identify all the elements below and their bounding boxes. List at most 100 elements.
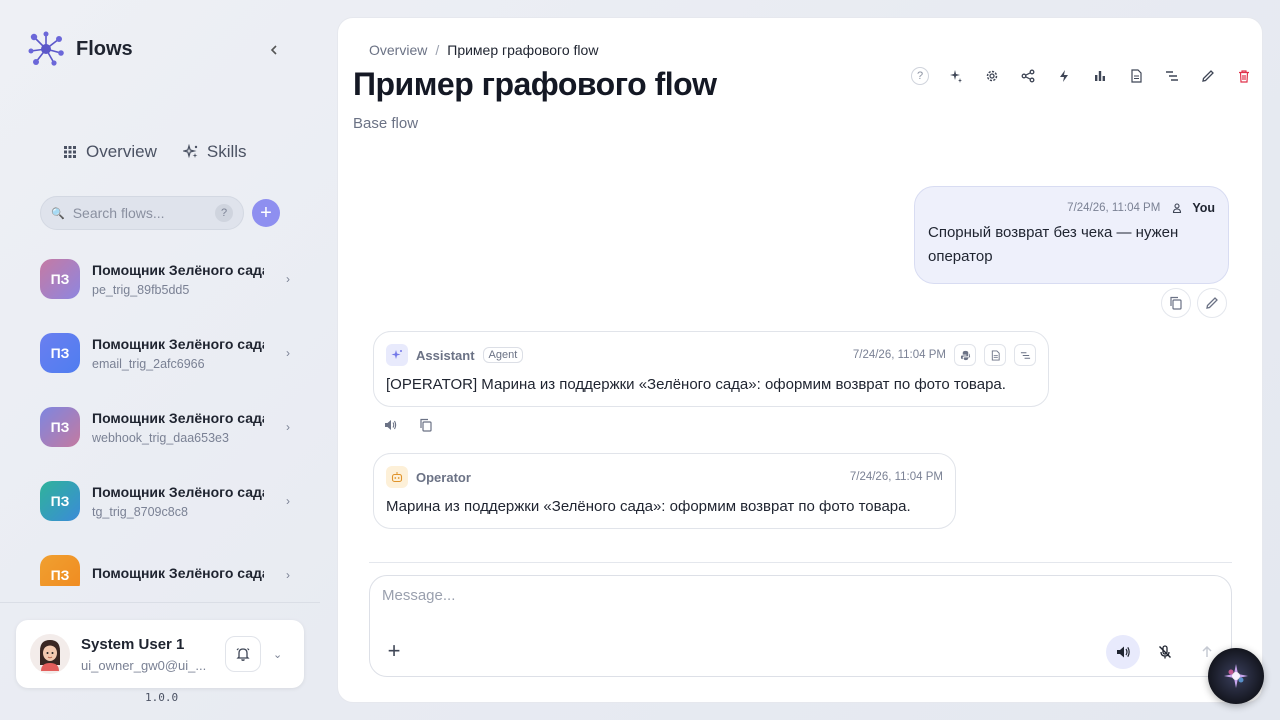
analytics-button[interactable] <box>1082 63 1118 89</box>
chevron-left-icon <box>270 45 277 55</box>
chevron-right-icon: › <box>286 494 290 508</box>
nav-skills[interactable]: Skills <box>182 142 247 162</box>
breadcrumb-overview[interactable]: Overview <box>369 42 427 58</box>
edit-message-button[interactable] <box>1197 288 1227 318</box>
flow-trigger-id: pe_trig_89fb5dd5 <box>92 282 190 297</box>
operator-message: Operator 7/24/26, 11:04 PM Марина из под… <box>373 453 956 529</box>
help-button[interactable]: ? <box>902 63 938 89</box>
search-help-icon[interactable]: ? <box>215 204 233 222</box>
nav-overview-label: Overview <box>86 142 157 161</box>
pencil-icon <box>1206 297 1218 309</box>
bar-chart-icon <box>1095 71 1105 81</box>
sidebar-divider <box>0 602 320 603</box>
voice-output-button[interactable] <box>1106 635 1140 669</box>
chevron-right-icon: › <box>286 568 290 582</box>
flow-title: Помощник Зелёного сада <box>92 409 264 426</box>
logs-button[interactable] <box>1014 344 1036 366</box>
message-composer: + <box>369 575 1232 677</box>
search-icon: 🔍 <box>51 207 65 220</box>
copy-button[interactable] <box>411 410 441 440</box>
flow-list-item[interactable]: ПЗ Помощник Зелёного сада › <box>40 545 290 586</box>
flow-title: Помощник Зелёного сада <box>92 261 264 278</box>
flow-title: Помощник Зелёного сада <box>92 335 264 352</box>
list-icon <box>1166 71 1178 81</box>
bolt-icon <box>1060 70 1068 82</box>
flow-trigger-id: webhook_trig_daa653e3 <box>92 430 229 445</box>
flow-title: Помощник Зелёного сада <box>92 564 264 581</box>
copy-icon <box>1170 296 1182 310</box>
flow-list-item[interactable]: ПЗ Помощник Зелёного сада tg_trig_8709c8c… <box>40 471 290 531</box>
document-button[interactable] <box>984 344 1006 366</box>
speak-button[interactable] <box>375 410 405 440</box>
flow-list-item[interactable]: ПЗ Помощник Зелёного сада email_trig_2afc… <box>40 323 290 383</box>
share-icon <box>1021 69 1035 83</box>
message-text: [OPERATOR] Марина из поддержки «Зелёного… <box>386 376 1006 393</box>
document-icon <box>1131 69 1142 83</box>
copy-button[interactable] <box>1161 288 1191 318</box>
flow-title: Помощник Зелёного сада <box>92 483 264 500</box>
sparkles-icon <box>182 144 198 159</box>
nav-overview[interactable]: Overview <box>62 142 157 162</box>
message-author: You <box>1192 201 1215 215</box>
message-time: 7/24/26, 11:04 PM <box>849 471 943 483</box>
user-message-actions <box>1161 288 1227 318</box>
agent-badge: Agent <box>482 347 524 363</box>
message-author: Operator <box>416 469 471 485</box>
document-button[interactable] <box>1118 63 1154 89</box>
flow-avatar: ПЗ <box>40 259 80 299</box>
help-icon: ? <box>911 67 929 85</box>
user-card[interactable]: System User 1 ui_owner_gw0@ui_... ⌄ <box>16 620 304 688</box>
user-message: 7/24/26, 11:04 PM You Спорный возврат бе… <box>914 186 1229 284</box>
ai-button[interactable] <box>938 63 974 89</box>
python-button[interactable] <box>954 344 976 366</box>
search-input[interactable] <box>72 205 203 221</box>
share-button[interactable] <box>1010 63 1046 89</box>
user-icon <box>1173 203 1182 213</box>
collapse-sidebar-button[interactable] <box>264 40 284 60</box>
notifications-button[interactable] <box>225 636 261 672</box>
mic-off-icon <box>1159 645 1171 659</box>
assistant-message: Assistant Agent 7/24/26, 11:04 PM [OPERA… <box>373 331 1049 407</box>
bell-icon <box>236 648 250 661</box>
settings-button[interactable] <box>974 63 1010 89</box>
sidebar: Flows Overview Skills 🔍 ? + ПЗ Помощник … <box>0 0 320 720</box>
flows-logo-icon <box>28 31 64 67</box>
message-time: 7/24/26, 11:04 PM <box>1067 202 1161 214</box>
grid-icon <box>64 146 76 158</box>
search-box: 🔍 ? <box>40 196 244 230</box>
breadcrumb-separator: / <box>435 42 440 58</box>
user-email: ui_owner_gw0@ui_... <box>81 657 207 673</box>
message-author: Assistant <box>416 347 475 363</box>
message-input[interactable] <box>382 587 1082 615</box>
app-logo[interactable]: Flows <box>28 31 133 67</box>
breadcrumb-current: Пример графового flow <box>447 42 599 58</box>
assistant-sparkle-icon <box>386 344 408 366</box>
flow-avatar: ПЗ <box>40 407 80 447</box>
flow-toolbar: ? <box>902 63 1262 89</box>
message-time: 7/24/26, 11:04 PM <box>852 349 946 361</box>
message-text: Спорный возврат без чека — нужен операто… <box>928 224 1179 265</box>
flow-avatar: ПЗ <box>40 481 80 521</box>
chat-divider <box>369 562 1232 563</box>
add-flow-button[interactable]: + <box>252 199 280 227</box>
triggers-button[interactable] <box>1046 63 1082 89</box>
mic-off-button[interactable] <box>1148 635 1182 669</box>
copy-icon <box>420 418 432 432</box>
attach-button[interactable]: + <box>382 638 406 663</box>
page-subtitle: Base flow <box>353 115 419 132</box>
assistant-orb-button[interactable] <box>1208 648 1264 704</box>
app-name: Flows <box>76 37 133 60</box>
sidebar-nav: Overview Skills <box>62 142 247 162</box>
delete-button[interactable] <box>1226 63 1262 89</box>
chevron-down-icon[interactable]: ⌄ <box>273 648 282 661</box>
flow-list-item[interactable]: ПЗ Помощник Зелёного сада pe_trig_89fb5dd… <box>40 249 290 309</box>
sparkle-orb-icon <box>1224 664 1248 688</box>
speaker-icon <box>385 420 397 430</box>
flow-avatar: ПЗ <box>40 333 80 373</box>
gear-icon <box>986 70 998 82</box>
logs-button[interactable] <box>1154 63 1190 89</box>
edit-button[interactable] <box>1190 63 1226 89</box>
flow-list-item[interactable]: ПЗ Помощник Зелёного сада webhook_trig_da… <box>40 397 290 457</box>
app-version: 1.0.0 <box>145 691 179 704</box>
document-icon <box>991 349 1000 361</box>
